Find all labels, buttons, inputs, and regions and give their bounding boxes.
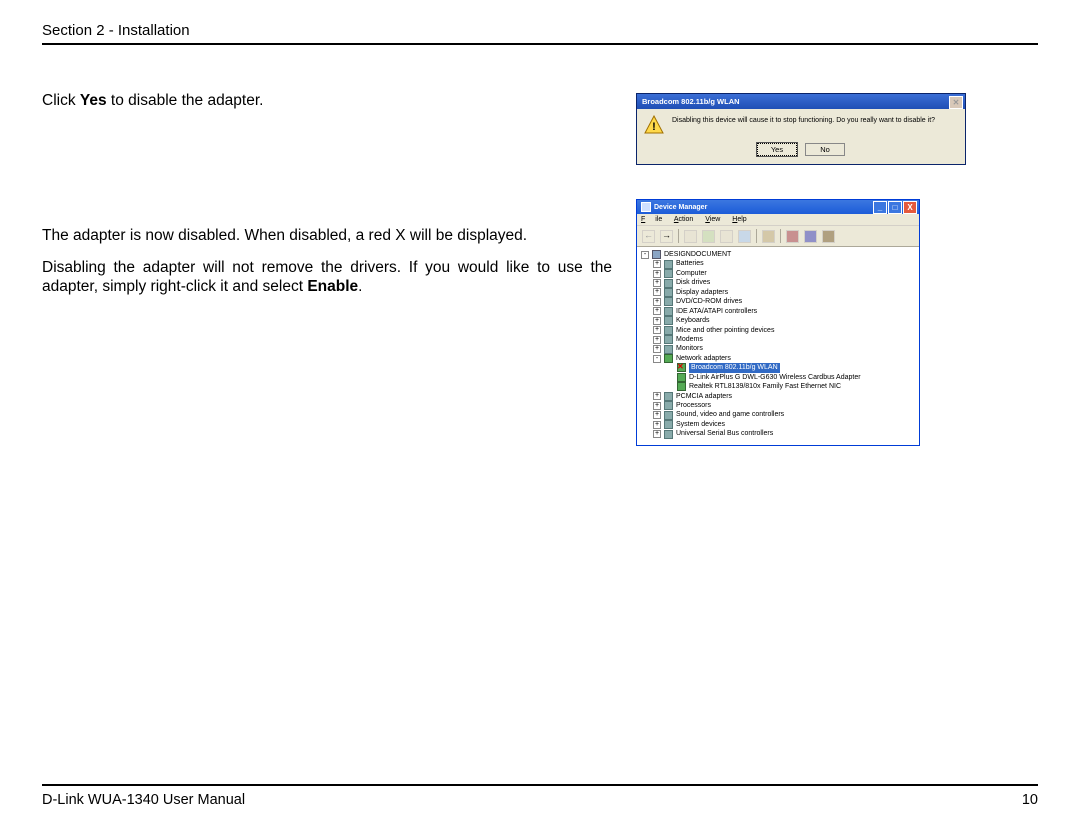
tree-node-dlink[interactable]: D-Link AirPlus G DWL-G630 Wireless Cardb… bbox=[641, 373, 915, 382]
footer-manual-name: D-Link WUA-1340 User Manual bbox=[42, 792, 245, 808]
dm-title-text: Device Manager bbox=[654, 204, 707, 211]
toolbar-button[interactable] bbox=[684, 230, 697, 243]
dm-toolbar bbox=[637, 226, 919, 247]
instruction-click-yes: Click Yes to disable the adapter. bbox=[42, 91, 612, 111]
device-icon bbox=[664, 335, 673, 344]
device-icon bbox=[664, 345, 673, 354]
dialog-message: Disabling this device will cause it to s… bbox=[672, 115, 958, 126]
confirm-disable-dialog: Broadcom 802.11b/g WLAN ✕ ! Disabling th… bbox=[636, 93, 966, 165]
tree-node[interactable]: +Processors bbox=[641, 401, 915, 410]
text: . bbox=[358, 278, 362, 295]
separator bbox=[756, 229, 757, 243]
tree-node[interactable]: +Display adapters bbox=[641, 288, 915, 297]
warning-icon: ! bbox=[644, 115, 664, 135]
device-icon bbox=[664, 430, 673, 439]
dialog-titlebar[interactable]: Broadcom 802.11b/g WLAN ✕ bbox=[637, 94, 965, 109]
toolbar-button[interactable] bbox=[702, 230, 715, 243]
header-rule bbox=[42, 43, 1038, 45]
toolbar-button[interactable] bbox=[786, 230, 799, 243]
device-icon bbox=[664, 307, 673, 316]
no-button[interactable]: No bbox=[805, 143, 845, 156]
disabled-adapter-icon bbox=[677, 363, 686, 372]
tree-node[interactable]: +Modems bbox=[641, 335, 915, 344]
menu-file[interactable]: File bbox=[641, 216, 662, 223]
computer-icon bbox=[652, 250, 661, 259]
device-icon bbox=[664, 326, 673, 335]
menu-view[interactable]: View bbox=[705, 216, 720, 223]
tree-node[interactable]: +Mice and other pointing devices bbox=[641, 326, 915, 335]
device-icon bbox=[664, 316, 673, 325]
text-bold: Enable bbox=[307, 278, 358, 295]
menu-action[interactable]: Action bbox=[674, 216, 693, 223]
tree-root[interactable]: -DESIGNDOCUMENT bbox=[641, 250, 915, 259]
toolbar-button[interactable] bbox=[762, 230, 775, 243]
close-icon[interactable]: ✕ bbox=[949, 96, 963, 109]
footer-page-number: 10 bbox=[1022, 792, 1038, 808]
toolbar-button[interactable] bbox=[720, 230, 733, 243]
toolbar-button[interactable] bbox=[822, 230, 835, 243]
device-manager-window: Device Manager _ □ X File Action View He… bbox=[636, 199, 920, 446]
dialog-title-text: Broadcom 802.11b/g WLAN bbox=[642, 97, 740, 106]
dm-app-icon bbox=[641, 202, 651, 212]
maximize-icon[interactable]: □ bbox=[888, 201, 902, 214]
device-tree[interactable]: -DESIGNDOCUMENT +Batteries +Computer +Di… bbox=[637, 247, 919, 445]
network-adapter-icon bbox=[664, 354, 673, 363]
separator bbox=[780, 229, 781, 243]
back-icon[interactable] bbox=[642, 230, 655, 243]
paragraph-enable: Disabling the adapter will not remove th… bbox=[42, 258, 612, 298]
tree-node[interactable]: +PCMCIA adapters bbox=[641, 392, 915, 401]
device-icon bbox=[664, 279, 673, 288]
text: to disable the adapter. bbox=[107, 92, 264, 109]
dm-titlebar[interactable]: Device Manager _ □ X bbox=[637, 200, 919, 214]
tree-node[interactable]: +Computer bbox=[641, 269, 915, 278]
toolbar-button[interactable] bbox=[738, 230, 751, 243]
svg-text:!: ! bbox=[652, 121, 656, 133]
tree-node[interactable]: +DVD/CD-ROM drives bbox=[641, 297, 915, 306]
device-icon bbox=[664, 297, 673, 306]
device-icon bbox=[664, 411, 673, 420]
yes-button[interactable]: Yes bbox=[757, 143, 797, 156]
device-icon bbox=[664, 269, 673, 278]
section-header: Section 2 - Installation bbox=[42, 22, 1038, 39]
dm-menubar: File Action View Help bbox=[637, 214, 919, 226]
device-icon bbox=[664, 420, 673, 429]
device-icon bbox=[664, 392, 673, 401]
minimize-icon[interactable]: _ bbox=[873, 201, 887, 214]
tree-node[interactable]: +System devices bbox=[641, 420, 915, 429]
tree-node[interactable]: +Batteries bbox=[641, 259, 915, 268]
separator bbox=[678, 229, 679, 243]
tree-node[interactable]: +Monitors bbox=[641, 344, 915, 353]
menu-help[interactable]: Help bbox=[732, 216, 746, 223]
close-icon[interactable]: X bbox=[903, 201, 917, 214]
tree-node-broadcom[interactable]: Broadcom 802.11b/g WLAN bbox=[641, 363, 915, 372]
toolbar-button[interactable] bbox=[804, 230, 817, 243]
tree-node[interactable]: +Sound, video and game controllers bbox=[641, 410, 915, 419]
device-icon bbox=[664, 260, 673, 269]
tree-node[interactable]: +Keyboards bbox=[641, 316, 915, 325]
network-adapter-icon bbox=[677, 373, 686, 382]
text: Click bbox=[42, 92, 80, 109]
network-adapter-icon bbox=[677, 382, 686, 391]
tree-node[interactable]: +Disk drives bbox=[641, 278, 915, 287]
tree-node[interactable]: +IDE ATA/ATAPI controllers bbox=[641, 307, 915, 316]
forward-icon[interactable] bbox=[660, 230, 673, 243]
tree-node-realtek[interactable]: Realtek RTL8139/810x Family Fast Etherne… bbox=[641, 382, 915, 391]
tree-node[interactable]: +Universal Serial Bus controllers bbox=[641, 429, 915, 438]
device-icon bbox=[664, 401, 673, 410]
footer-rule bbox=[42, 784, 1038, 786]
paragraph-disabled-redx: The adapter is now disabled. When disabl… bbox=[42, 226, 612, 246]
device-icon bbox=[664, 288, 673, 297]
text-bold: Yes bbox=[80, 92, 107, 109]
